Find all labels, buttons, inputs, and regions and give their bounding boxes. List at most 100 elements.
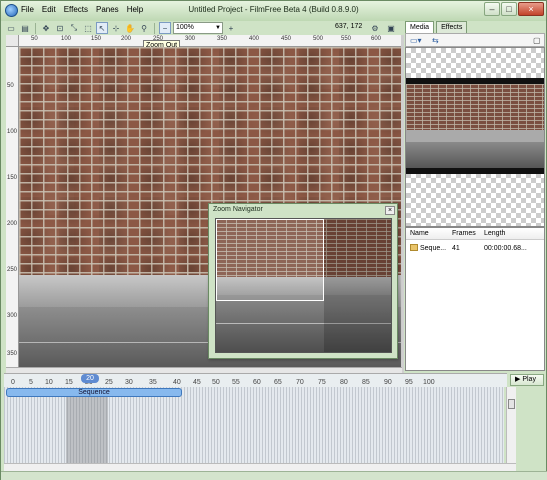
timeline-label: 40 bbox=[173, 379, 181, 386]
timeline-label: 15 bbox=[65, 379, 73, 386]
ruler-label: 350 bbox=[7, 351, 18, 357]
zoom-icon[interactable]: ⚲ bbox=[138, 22, 150, 34]
ruler-label: 250 bbox=[7, 267, 18, 273]
tab-media[interactable]: Media bbox=[405, 21, 435, 33]
export-icon[interactable]: ▣ bbox=[385, 22, 397, 34]
timeline-label: 50 bbox=[212, 379, 220, 386]
zoom-navigator-preview[interactable] bbox=[215, 218, 392, 353]
pointer-icon[interactable]: ↖ bbox=[96, 22, 108, 34]
window-controls: – □ × bbox=[484, 2, 544, 16]
timeline-vertical-scrollbar[interactable] bbox=[506, 387, 516, 463]
timeline-label: 65 bbox=[274, 379, 282, 386]
media-pane: Media Effects ▭▾ ⇆ ▢ Name Frames Length bbox=[405, 21, 545, 371]
pane-tabs: Media Effects bbox=[405, 21, 468, 33]
timeline-label: 25 bbox=[105, 379, 113, 386]
horizontal-ruler: 50 100 150 200 250 300 350 400 450 500 5… bbox=[19, 35, 401, 47]
crop-icon[interactable]: ⊡ bbox=[54, 22, 66, 34]
chevron-down-icon: ▼ bbox=[215, 25, 221, 31]
timeline-label: 80 bbox=[340, 379, 348, 386]
timeline-label: 10 bbox=[45, 379, 53, 386]
open-folder-icon[interactable]: ▤ bbox=[19, 22, 31, 34]
timeline-label: 85 bbox=[362, 379, 370, 386]
timeline-ruler[interactable]: 0 5 10 15 20 25 30 35 40 45 50 55 60 65 … bbox=[4, 373, 507, 387]
ruler-label: 300 bbox=[185, 36, 196, 42]
navigator-viewport-rectangle[interactable] bbox=[216, 219, 324, 301]
preview-sidewalk-image bbox=[406, 130, 544, 142]
import-icon[interactable]: ⇆ bbox=[432, 36, 439, 45]
timeline-label: 5 bbox=[29, 379, 33, 386]
new-icon[interactable]: ▭ bbox=[5, 22, 17, 34]
play-label: Play bbox=[522, 376, 536, 383]
preview-brick-image bbox=[406, 84, 544, 130]
view-mode-icon[interactable]: ▭▾ bbox=[410, 36, 422, 45]
zoom-navigator-close-button[interactable]: × bbox=[385, 206, 395, 215]
pan-icon[interactable]: ✋ bbox=[124, 22, 136, 34]
media-preview bbox=[405, 47, 545, 227]
ruler-corner bbox=[6, 35, 19, 47]
ruler-label: 100 bbox=[7, 129, 18, 135]
ruler-label: 450 bbox=[281, 36, 292, 42]
timeline-label: 95 bbox=[405, 379, 413, 386]
minimize-button[interactable]: – bbox=[484, 2, 500, 16]
select-icon[interactable]: ⊹ bbox=[110, 22, 122, 34]
item-length: 00:00:00.68... bbox=[484, 245, 527, 252]
toolbar-separator bbox=[154, 22, 155, 34]
close-button[interactable]: × bbox=[518, 2, 544, 16]
zoom-out-button[interactable]: − bbox=[159, 22, 171, 34]
folder-icon bbox=[410, 244, 418, 251]
timeline-label: 100 bbox=[423, 379, 435, 386]
cursor-coordinates: 637, 172 bbox=[335, 23, 363, 30]
timeline-label: 75 bbox=[318, 379, 326, 386]
preview-letterbox bbox=[406, 168, 544, 174]
ruler-label: 100 bbox=[61, 36, 72, 42]
play-button[interactable]: ▶ Play bbox=[510, 374, 544, 386]
ruler-label: 150 bbox=[91, 36, 102, 42]
column-frames[interactable]: Frames bbox=[452, 230, 476, 237]
ruler-label: 200 bbox=[121, 36, 132, 42]
timeline-horizontal-scrollbar[interactable] bbox=[4, 463, 516, 471]
timeline-label: 35 bbox=[149, 379, 157, 386]
column-length[interactable]: Length bbox=[484, 230, 505, 237]
item-frames: 41 bbox=[452, 245, 460, 252]
window-title: Untitled Project - FilmFree Beta 4 (Buil… bbox=[188, 5, 359, 14]
media-file-list: Name Frames Length Seque... 41 00:00:00.… bbox=[405, 227, 545, 371]
sequence-clip[interactable]: Sequence bbox=[6, 388, 182, 397]
ruler-label: 300 bbox=[7, 313, 18, 319]
media-preview-image bbox=[406, 78, 544, 174]
maximize-button[interactable]: □ bbox=[501, 2, 517, 16]
canvas-vertical-scrollbar[interactable] bbox=[401, 35, 404, 375]
media-toolbar: ▭▾ ⇆ ▢ bbox=[405, 33, 545, 47]
zoom-in-button[interactable]: + bbox=[225, 22, 237, 34]
zoom-level-select[interactable]: 100% ▼ bbox=[173, 22, 223, 34]
timeline-selection bbox=[66, 391, 108, 463]
move-icon[interactable]: ✥ bbox=[40, 22, 52, 34]
preview-road-image bbox=[406, 142, 544, 168]
timeline-label: 55 bbox=[232, 379, 240, 386]
playhead-marker[interactable]: 20 bbox=[81, 374, 99, 383]
title-bar: File Edit Effects Panes Help Untitled Pr… bbox=[1, 1, 546, 21]
ruler-label: 150 bbox=[7, 175, 18, 181]
zoom-navigator-window[interactable]: Zoom Navigator × bbox=[208, 203, 398, 359]
tab-effects[interactable]: Effects bbox=[436, 21, 468, 33]
scrollbar-thumb[interactable] bbox=[508, 399, 515, 409]
navigator-offscreen-area bbox=[324, 219, 391, 352]
zoom-navigator-title: Zoom Navigator bbox=[213, 206, 263, 213]
timeline-label: 30 bbox=[125, 379, 133, 386]
resize-icon[interactable]: ⤡ bbox=[68, 22, 80, 34]
ruler-label: 50 bbox=[31, 36, 38, 42]
vertical-ruler: 50 100 150 200 250 300 350 bbox=[6, 47, 19, 367]
status-bar bbox=[1, 471, 547, 480]
toolbar-separator bbox=[35, 22, 36, 34]
transform-icon[interactable]: ⬚ bbox=[82, 22, 94, 34]
column-name[interactable]: Name bbox=[410, 230, 429, 237]
zoom-level-value: 100% bbox=[176, 24, 194, 31]
ruler-label: 200 bbox=[7, 221, 18, 227]
timeline: 0 5 10 15 20 25 30 35 40 45 50 55 60 65 … bbox=[4, 373, 544, 479]
ruler-label: 50 bbox=[7, 83, 14, 89]
timeline-label: 0 bbox=[11, 379, 15, 386]
ruler-label: 500 bbox=[313, 36, 324, 42]
application-window: File Edit Effects Panes Help Untitled Pr… bbox=[0, 0, 547, 480]
delete-icon[interactable]: ▢ bbox=[533, 36, 541, 45]
ruler-label: 350 bbox=[217, 36, 228, 42]
render-icon[interactable]: ⚙ bbox=[369, 22, 381, 34]
